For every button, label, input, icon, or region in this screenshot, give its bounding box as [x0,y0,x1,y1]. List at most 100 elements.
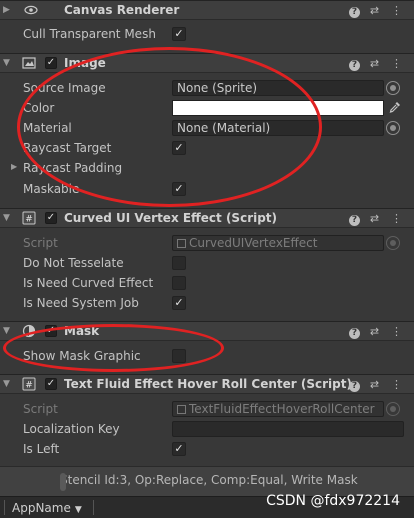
presets-icon[interactable]: ⇄ [368,212,381,225]
foldout-arrow-icon[interactable]: ▶ [11,162,17,171]
eyedropper-icon[interactable] [388,100,402,114]
field-label: Cull Transparent Mesh [23,27,156,41]
kebab-menu-icon[interactable]: ⋮ [390,378,403,391]
field-label: Script [23,236,58,250]
field-label: Script [23,402,58,416]
csharp-script-icon: # [22,211,36,225]
mask-icon [22,324,36,338]
source-image-row: Source Image None (Sprite) [0,78,414,98]
maskable-checkbox[interactable]: ✓ [172,182,186,196]
fold-arrow-icon[interactable]: ▼ [3,57,11,69]
bottom-bar: AppName ▼ CSDN @fdx972214 [0,493,414,518]
help-icon[interactable]: ? [348,57,361,71]
script-row: Script CurvedUIVertexEffect [0,233,414,253]
presets-icon[interactable]: ⇄ [368,378,381,391]
fold-arrow-icon[interactable]: ▼ [3,378,11,390]
field-label: Is Need Curved Effect [23,276,154,290]
raycast-target-checkbox[interactable]: ✓ [172,141,186,155]
show-mask-graphic-row: Show Mask Graphic [0,346,414,366]
scrollbar-handle[interactable] [60,473,66,491]
fold-arrow-icon[interactable]: ▶ [3,4,11,16]
component-enabled-toggle[interactable]: ✓ [45,325,57,337]
fold-arrow-icon[interactable]: ▼ [3,325,11,337]
do-not-tesselate-row: Do Not Tesselate [0,253,414,273]
presets-icon[interactable]: ⇄ [368,57,381,70]
field-label: Color [23,101,55,115]
localization-key-input[interactable] [172,421,404,437]
component-title: Text Fluid Effect Hover Roll Center (Scr… [64,377,352,391]
field-label: Source Image [23,81,106,95]
csharp-script-icon: # [22,377,36,391]
component-enabled-toggle[interactable]: ✓ [45,57,57,69]
field-label: Localization Key [23,422,120,436]
help-icon[interactable]: ? [348,4,361,18]
is-need-system-job-checkbox[interactable]: ✓ [172,296,186,310]
color-swatch[interactable] [172,100,384,116]
component-enabled-toggle[interactable]: ✓ [45,212,57,224]
is-left-checkbox[interactable]: ✓ [172,442,186,456]
script-name: TextFluidEffectHoverRollCenter [189,402,375,416]
material-field[interactable]: None (Material) [172,120,384,136]
component-title: Curved UI Vertex Effect (Script) [64,211,278,225]
field-label: Show Mask Graphic [23,349,141,363]
kebab-menu-icon[interactable]: ⋮ [390,325,403,338]
divider [4,500,5,515]
script-row: Script TextFluidEffectHoverRollCenter [0,399,414,419]
component-title: Image [64,56,106,70]
field-label: Is Need System Job [23,296,139,310]
raycast-padding-row[interactable]: ▶ Raycast Padding [0,158,414,178]
show-mask-graphic-checkbox[interactable] [172,349,186,363]
is-need-system-job-row: Is Need System Job ✓ [0,293,414,313]
do-not-tesselate-checkbox[interactable] [172,256,186,270]
image-header[interactable]: ▼ ✓ Image ? ⇄ ⋮ [0,53,414,73]
object-picker-icon[interactable] [386,81,400,95]
field-label: Raycast Target [23,141,112,155]
script-file-icon [177,405,186,414]
cull-transparent-mesh-checkbox[interactable]: ✓ [172,27,186,41]
chevron-down-icon: ▼ [74,505,82,515]
kebab-menu-icon[interactable]: ⋮ [390,4,403,17]
field-label: Do Not Tesselate [23,256,124,270]
help-icon[interactable]: ? [348,325,361,339]
cull-transparent-mesh-row: Cull Transparent Mesh ✓ [0,24,414,44]
presets-icon[interactable]: ⇄ [368,4,381,17]
script-field: TextFluidEffectHoverRollCenter [172,401,384,417]
source-image-field[interactable]: None (Sprite) [172,80,384,96]
maskable-row: Maskable ✓ [0,179,414,199]
app-name-dropdown[interactable]: AppName ▼ [12,501,82,515]
field-label: Maskable [23,182,80,196]
eye-icon [24,5,38,15]
script-field: CurvedUIVertexEffect [172,235,384,251]
color-row: Color [0,98,414,118]
curved-ui-vertex-effect-header[interactable]: ▼ # ✓ Curved UI Vertex Effect (Script) ?… [0,208,414,228]
svg-text:#: # [25,215,33,225]
is-need-curved-effect-row: Is Need Curved Effect [0,273,414,293]
script-name: CurvedUIVertexEffect [189,236,318,250]
component-title: Canvas Renderer [64,3,180,17]
kebab-menu-icon[interactable]: ⋮ [390,57,403,70]
stencil-info-text: Stencil Id:3, Op:Replace, Comp:Equal, Wr… [60,473,358,487]
image-icon [22,57,36,69]
object-picker-icon[interactable] [386,121,400,135]
fold-arrow-icon[interactable]: ▼ [3,212,11,224]
presets-icon[interactable]: ⇄ [368,325,381,338]
script-file-icon [177,239,186,248]
field-label: Is Left [23,442,60,456]
divider [93,500,94,515]
is-left-row: Is Left ✓ [0,439,414,459]
svg-text:#: # [25,381,33,391]
component-enabled-toggle[interactable]: ✓ [45,378,57,390]
material-row: Material None (Material) [0,118,414,138]
is-need-curved-effect-checkbox[interactable] [172,276,186,290]
text-fluid-effect-header[interactable]: ▼ # ✓ Text Fluid Effect Hover Roll Cente… [0,374,414,394]
raycast-target-row: Raycast Target ✓ [0,138,414,158]
help-icon[interactable]: ? [348,212,361,226]
help-icon[interactable]: ? [348,378,361,392]
stencil-info-panel: Stencil Id:3, Op:Replace, Comp:Equal, Wr… [0,466,414,496]
watermark: CSDN @fdx972214 [266,493,400,509]
object-picker-icon [386,402,400,416]
kebab-menu-icon[interactable]: ⋮ [390,212,403,225]
localization-key-row: Localization Key [0,419,414,439]
canvas-renderer-header[interactable]: ▶ Canvas Renderer ? ⇄ ⋮ [0,0,414,20]
mask-header[interactable]: ▼ ✓ Mask ? ⇄ ⋮ [0,321,414,341]
